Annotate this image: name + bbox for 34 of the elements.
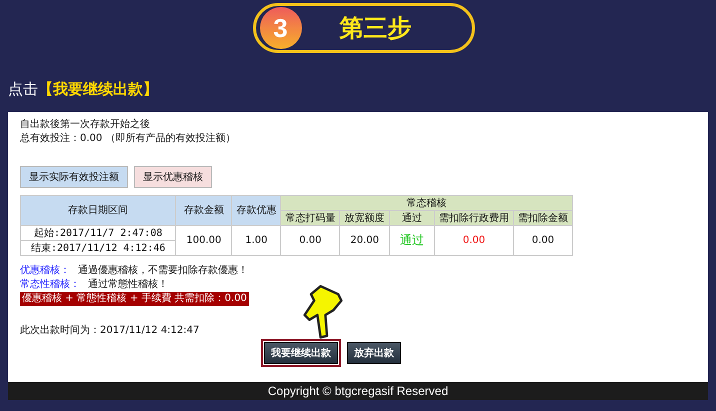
audit-label: 常态性稽核： [20, 279, 80, 290]
column-header: 需扣除金额 [514, 210, 573, 226]
column-header: 常态打码量 [280, 210, 340, 226]
table-cell: 0.00 [434, 226, 514, 256]
audit-result: 通過優惠稽核，不需要扣除存款優惠！ [78, 265, 248, 276]
audit-label: 优惠稽核： [20, 265, 70, 276]
cancel-withdraw-button[interactable]: 放弃出款 [347, 342, 401, 364]
table-cell: 1.00 [232, 226, 281, 256]
toggle-button[interactable]: 显示优惠稽核 [134, 166, 212, 188]
column-header: 存款优惠 [232, 196, 281, 226]
copyright-text: Copyright © btgcregasif Reserved [268, 384, 448, 398]
instruction-text: 点击【我要继续出款】 [8, 80, 159, 100]
column-header: 需扣除行政费用 [434, 210, 514, 226]
column-header: 通过 [390, 210, 435, 226]
withdraw-time-text: 此次出款时间为：2017/11/12 4:12:47 [20, 324, 200, 338]
table-cell: 100.00 [176, 226, 232, 256]
continue-withdraw-button[interactable]: 我要继续出款 [264, 342, 338, 364]
total-deduction-banner: 優惠稽核 + 常態性稽核 + 手续費 共需扣除：0.00 [20, 292, 249, 306]
table-cell: 起始:2017/11/7 2:47:08 [20, 226, 176, 240]
intro-text: 自出款後第一次存款开始之後 [20, 118, 151, 132]
column-header: 存款日期区间 [20, 196, 176, 226]
column-header: 存款金额 [176, 196, 232, 226]
audit-result: 通过常態性稽核！ [88, 279, 168, 290]
group-header: 常态稽核 [280, 196, 573, 210]
table-cell: 结束:2017/11/12 4:12:46 [20, 240, 176, 256]
step-title: 第三步 [340, 13, 412, 44]
toggle-button[interactable]: 显示实际有效投注额 [20, 166, 128, 188]
table-cell: 0.00 [280, 226, 340, 256]
table-cell: 通过 [390, 226, 435, 256]
column-header: 放宽额度 [340, 210, 390, 226]
intro-text: 总有效投注：0.00 （即所有产品的有效投注额） [20, 132, 236, 146]
table-cell: 0.00 [514, 226, 573, 256]
table-cell: 20.00 [340, 226, 390, 256]
step-number-badge: 3 [260, 7, 302, 49]
